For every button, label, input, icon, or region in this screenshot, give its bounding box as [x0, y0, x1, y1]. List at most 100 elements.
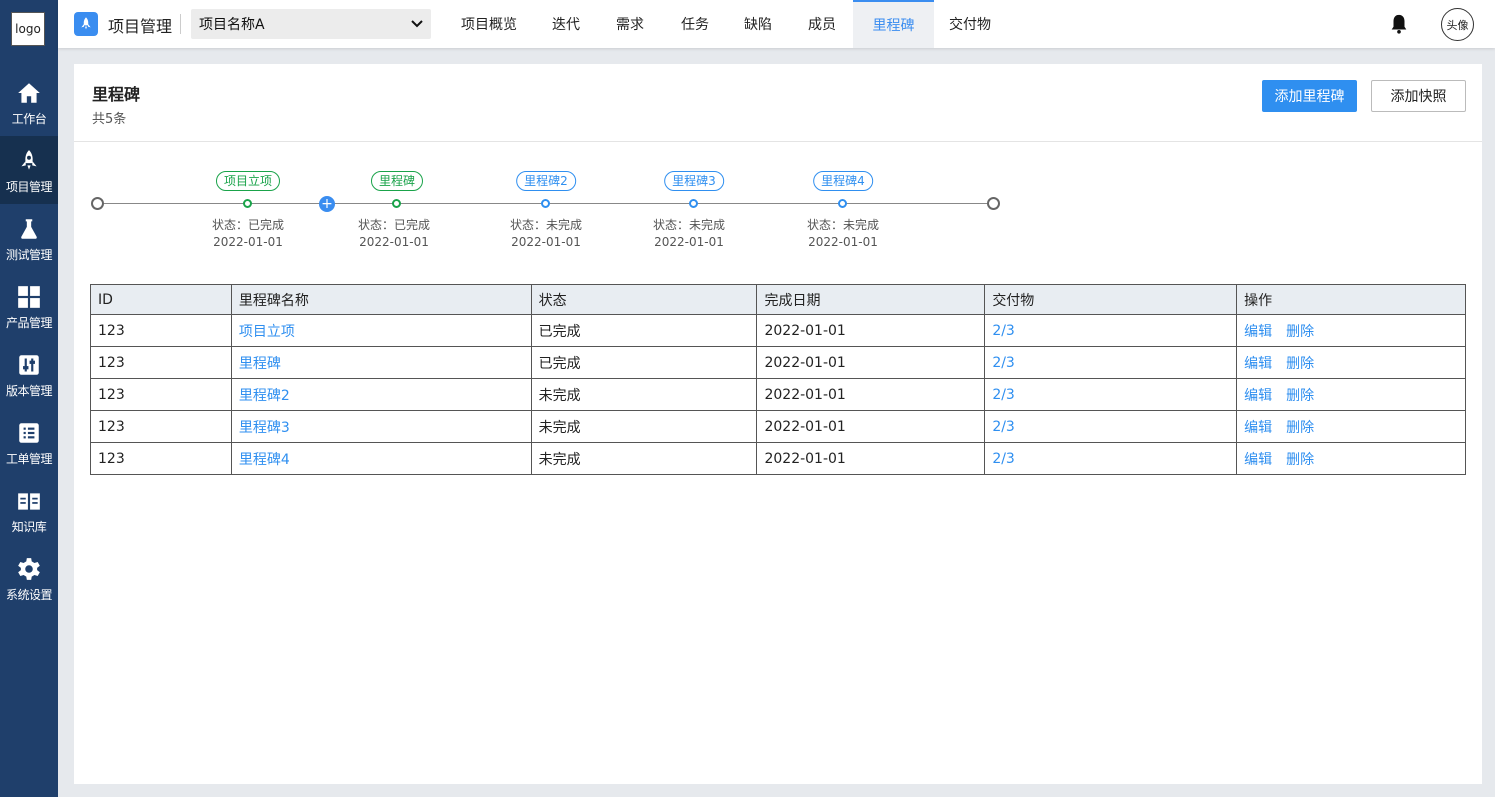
delete-button[interactable]: 删除 — [1286, 452, 1314, 468]
page-title: 里程碑 — [92, 85, 141, 104]
milestone-name-link[interactable]: 里程碑 — [239, 356, 281, 372]
book-icon — [16, 488, 42, 514]
cell-status: 未完成 — [530, 442, 758, 475]
timeline-tag[interactable]: 里程碑3 — [664, 171, 724, 191]
timeline-date: 2022-01-01 — [213, 235, 283, 249]
sidebar-item-version[interactable]: 版本管理 — [0, 340, 58, 408]
avatar[interactable]: 头像 — [1441, 8, 1474, 41]
tab-iteration[interactable]: 迭代 — [542, 0, 590, 48]
chevron-down-icon — [411, 16, 423, 32]
sidebar-item-workbench[interactable]: 工作台 — [0, 68, 58, 136]
sliders-icon — [16, 352, 42, 378]
delete-button[interactable]: 删除 — [1286, 356, 1314, 372]
sidebar-item-knowledge[interactable]: 知识库 — [0, 476, 58, 544]
delete-button[interactable]: 删除 — [1286, 420, 1314, 436]
table-row: 123 里程碑3 未完成 2022-01-01 2/3 编辑 删除 — [90, 410, 1466, 443]
edit-button[interactable]: 编辑 — [1244, 324, 1272, 340]
deliverable-link[interactable]: 2/3 — [992, 323, 1015, 339]
delete-button[interactable]: 删除 — [1286, 324, 1314, 340]
timeline-end — [987, 197, 1000, 210]
cell-date: 2022-01-01 — [756, 346, 986, 379]
tab-milestone[interactable]: 里程碑 — [853, 0, 934, 48]
timeline-node[interactable] — [838, 199, 847, 208]
cell-date: 2022-01-01 — [756, 378, 986, 411]
cell-id: 123 — [90, 346, 232, 379]
table-row: 123 里程碑4 未完成 2022-01-01 2/3 编辑 删除 — [90, 442, 1466, 475]
milestone-table: ID 里程碑名称 状态 完成日期 交付物 操作 123 项目立项 已完成 202… — [90, 284, 1466, 475]
add-snapshot-button[interactable]: 添加快照 — [1371, 80, 1466, 112]
cell-id: 123 — [90, 314, 232, 347]
sidebar-item-label: 工作台 — [11, 112, 47, 126]
content-card: 里程碑 共5条 添加里程碑 添加快照 + 项目立项 状态：已完成 2022-01… — [74, 64, 1482, 784]
cell-id: 123 — [90, 442, 232, 475]
tab-task[interactable]: 任务 — [670, 0, 720, 48]
sidebar-item-ticket[interactable]: 工单管理 — [0, 408, 58, 476]
edit-button[interactable]: 编辑 — [1244, 388, 1272, 404]
deliverable-link[interactable]: 2/3 — [992, 355, 1015, 371]
edit-button[interactable]: 编辑 — [1244, 356, 1272, 372]
bell-icon[interactable] — [1388, 13, 1410, 35]
record-count: 共5条 — [92, 112, 127, 127]
cell-status: 未完成 — [530, 410, 758, 443]
tab-member[interactable]: 成员 — [798, 0, 846, 48]
rocket-icon — [16, 148, 42, 174]
timeline-node[interactable] — [392, 199, 401, 208]
timeline-node[interactable] — [541, 199, 550, 208]
timeline-status: 状态：未完成 — [509, 218, 583, 232]
tab-deliverable[interactable]: 交付物 — [942, 0, 998, 48]
sidebar-item-label: 知识库 — [11, 520, 47, 534]
project-select-value: 项目名称A — [199, 17, 265, 33]
sidebar-item-settings[interactable]: 系统设置 — [0, 544, 58, 612]
sidebar-item-test[interactable]: 测试管理 — [0, 204, 58, 272]
edit-button[interactable]: 编辑 — [1244, 452, 1272, 468]
deliverable-link[interactable]: 2/3 — [992, 419, 1015, 435]
sidebar-item-label: 产品管理 — [5, 316, 53, 330]
gear-icon — [16, 556, 42, 582]
tab-requirement[interactable]: 需求 — [606, 0, 654, 48]
tab-overview[interactable]: 项目概览 — [450, 0, 528, 48]
timeline-start — [91, 197, 104, 210]
sidebar-item-label: 版本管理 — [5, 384, 53, 398]
cell-id: 123 — [90, 378, 232, 411]
timeline-status: 状态：未完成 — [652, 218, 726, 232]
timeline-tag[interactable]: 里程碑 — [370, 171, 424, 191]
timeline-tag[interactable]: 里程碑4 — [813, 171, 873, 191]
sidebar: logo 工作台 项目管理 测试管理 产品管理 版本管理 工单管理 知识库 系统… — [0, 0, 58, 797]
tab-defect[interactable]: 缺陷 — [734, 0, 782, 48]
deliverable-link[interactable]: 2/3 — [992, 451, 1015, 467]
timeline-node[interactable] — [689, 199, 698, 208]
column-header: 操作 — [1236, 284, 1466, 315]
timeline-status: 状态：已完成 — [357, 218, 431, 232]
timeline-date: 2022-01-01 — [808, 235, 878, 249]
milestone-name-link[interactable]: 项目立项 — [239, 324, 295, 340]
timeline-add-button[interactable]: + — [319, 196, 335, 212]
column-header: 里程碑名称 — [230, 284, 532, 315]
milestone-name-link[interactable]: 里程碑2 — [239, 388, 290, 404]
cell-status: 已完成 — [530, 346, 758, 379]
milestone-name-link[interactable]: 里程碑3 — [239, 420, 290, 436]
project-select[interactable]: 项目名称A — [191, 9, 431, 39]
app-title: 项目管理 — [108, 17, 173, 36]
logo[interactable]: logo — [11, 12, 45, 46]
sidebar-item-label: 测试管理 — [5, 248, 53, 262]
edit-button[interactable]: 编辑 — [1244, 420, 1272, 436]
add-milestone-button[interactable]: 添加里程碑 — [1262, 80, 1357, 112]
timeline-date: 2022-01-01 — [359, 235, 429, 249]
sidebar-item-label: 系统设置 — [5, 588, 53, 602]
sidebar-item-project[interactable]: 项目管理 — [0, 136, 58, 204]
sidebar-item-label: 工单管理 — [5, 452, 53, 466]
timeline-tag[interactable]: 里程碑2 — [516, 171, 576, 191]
table-row: 123 里程碑2 未完成 2022-01-01 2/3 编辑 删除 — [90, 378, 1466, 411]
cell-status: 已完成 — [530, 314, 758, 347]
milestone-name-link[interactable]: 里程碑4 — [239, 452, 290, 468]
column-header: 状态 — [530, 284, 758, 315]
sidebar-item-product[interactable]: 产品管理 — [0, 272, 58, 340]
delete-button[interactable]: 删除 — [1286, 388, 1314, 404]
table-header-row: ID 里程碑名称 状态 完成日期 交付物 操作 — [90, 284, 1466, 315]
timeline-node[interactable] — [243, 199, 252, 208]
deliverable-link[interactable]: 2/3 — [992, 387, 1015, 403]
timeline-date: 2022-01-01 — [654, 235, 724, 249]
timeline-tag[interactable]: 项目立项 — [215, 171, 281, 191]
cell-date: 2022-01-01 — [756, 410, 986, 443]
timeline-date: 2022-01-01 — [511, 235, 581, 249]
